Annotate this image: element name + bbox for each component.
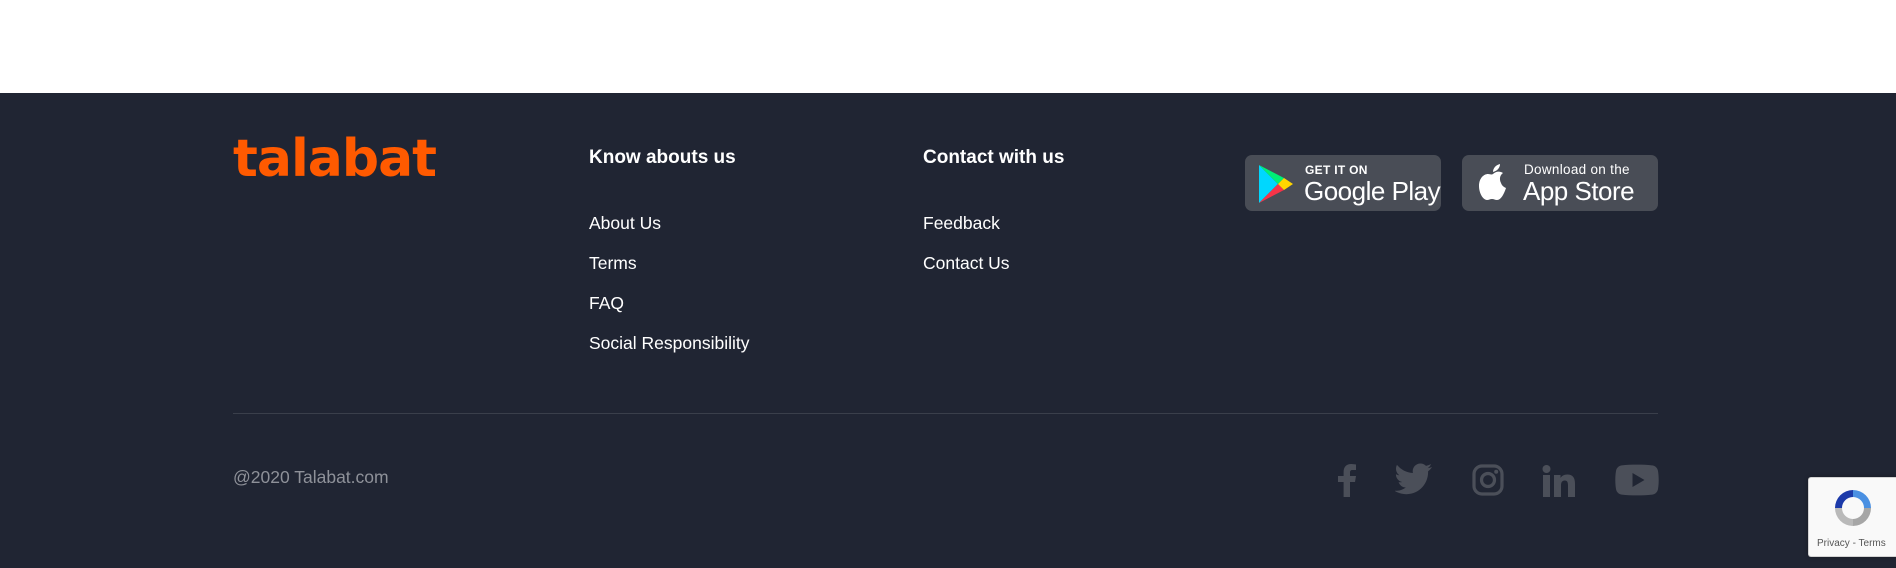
social-responsibility-link[interactable]: Social Responsibility (589, 333, 750, 354)
recaptcha-separator: - (1849, 538, 1859, 549)
linkedin-icon[interactable] (1542, 465, 1576, 497)
recaptcha-links: Privacy - Terms (1817, 538, 1886, 549)
google-play-big-text: Google Play (1304, 176, 1441, 206)
footer-divider (233, 413, 1658, 414)
app-store-button[interactable]: Download on the App Store (1462, 155, 1658, 211)
know-about-heading: Know abouts us (589, 147, 736, 168)
google-play-icon (1259, 165, 1293, 203)
recaptcha-terms-link[interactable]: Terms (1859, 538, 1886, 549)
recaptcha-badge[interactable]: Privacy - Terms (1808, 477, 1896, 557)
talabat-logo[interactable]: talabat (233, 133, 437, 185)
recaptcha-privacy-link[interactable]: Privacy (1817, 538, 1850, 549)
app-store-small-text: Download on the (1524, 162, 1630, 177)
app-store-big-text: App Store (1523, 176, 1635, 206)
google-play-button[interactable]: GET IT ON Google Play (1245, 155, 1441, 211)
faq-link[interactable]: FAQ (589, 293, 624, 314)
contact-us-link[interactable]: Contact Us (923, 253, 1010, 274)
recaptcha-icon (1835, 490, 1871, 526)
copyright-text: @2020 Talabat.com (233, 467, 389, 487)
about-us-link[interactable]: About Us (589, 213, 661, 234)
google-play-small-text: GET IT ON (1305, 163, 1368, 177)
youtube-icon[interactable] (1615, 464, 1659, 496)
contact-heading: Contact with us (923, 147, 1065, 168)
apple-icon (1479, 164, 1506, 200)
feedback-link[interactable]: Feedback (923, 213, 1000, 234)
instagram-icon[interactable] (1472, 464, 1504, 496)
twitter-icon[interactable] (1395, 463, 1433, 495)
facebook-icon[interactable] (1336, 463, 1358, 497)
terms-link[interactable]: Terms (589, 253, 637, 274)
